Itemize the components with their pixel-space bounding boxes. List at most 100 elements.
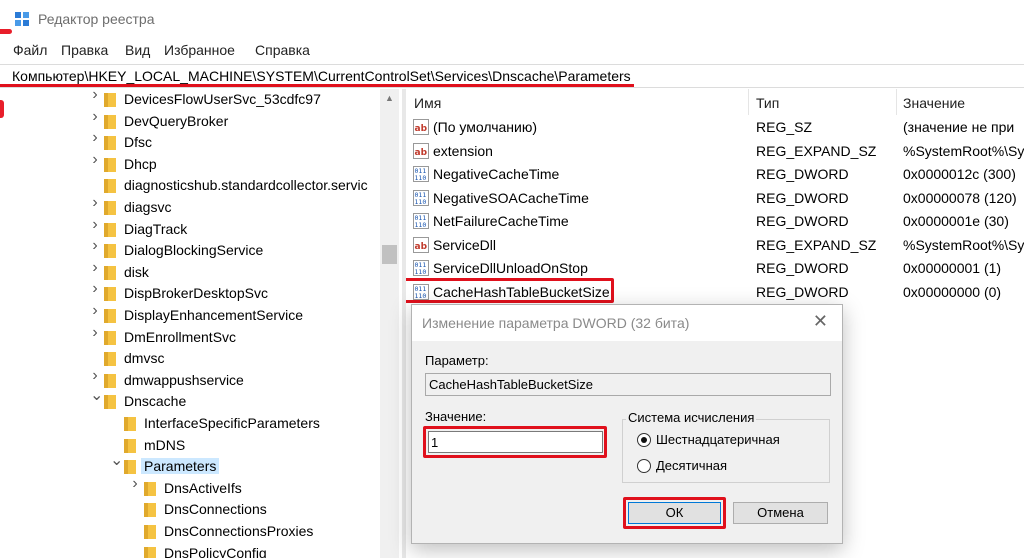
- value-row[interactable]: 011 110 ServiceDllUnloadOnStop REG_DWORD 0x0…: [406, 257, 1024, 280]
- chevron-right-icon[interactable]: ›: [90, 259, 100, 275]
- tree-item[interactable]: › DevicesFlowUserSvc_53cdfc97: [10, 89, 380, 111]
- tree-item[interactable]: › DiagTrack: [10, 216, 380, 241]
- value-row[interactable]: ab extension REG_EXPAND_SZ %SystemRoot%\Sy: [406, 140, 1024, 163]
- tree-item[interactable]: ⌄ Parameters: [10, 453, 380, 478]
- menu-view[interactable]: Вид: [125, 42, 150, 58]
- value-row[interactable]: ab (По умолчанию) REG_SZ (значение не при: [406, 116, 1024, 139]
- value-name[interactable]: ServiceDll: [433, 237, 496, 253]
- chevron-right-icon[interactable]: ›: [90, 367, 100, 383]
- chevron-down-icon[interactable]: ⌄: [90, 388, 103, 404]
- scrollbar-thumb[interactable]: [382, 245, 397, 264]
- tree-item[interactable]: › DialogBlockingService: [10, 238, 380, 262]
- tree-item-label[interactable]: dmwappushservice: [124, 372, 244, 388]
- value-data: 0x00000001 (1): [903, 260, 1002, 276]
- cancel-button[interactable]: Отмена: [733, 502, 828, 524]
- tree-item[interactable]: › Dfsc: [10, 130, 380, 154]
- value-name[interactable]: ServiceDllUnloadOnStop: [433, 260, 588, 276]
- tree-item-label[interactable]: Dnscache: [124, 393, 186, 409]
- tree-item-label[interactable]: disk: [124, 264, 149, 280]
- radio-checked-icon[interactable]: [637, 433, 651, 447]
- tree-item-label[interactable]: diagnosticshub.standardcollector.servic: [124, 177, 368, 193]
- tree-item-label[interactable]: DevQueryBroker: [124, 113, 228, 129]
- tree-item[interactable]: InterfaceSpecificParameters: [10, 413, 380, 435]
- value-row[interactable]: 011 110 NetFailureCacheTime REG_DWORD 0x0000…: [406, 210, 1024, 233]
- edit-dword-dialog: Изменение параметра DWORD (32 бита) ✕ Па…: [411, 304, 843, 544]
- tree-item-label[interactable]: mDNS: [144, 437, 185, 453]
- tree-item[interactable]: › dmwappushservice: [10, 367, 380, 392]
- chevron-right-icon[interactable]: ›: [90, 130, 100, 146]
- chevron-right-icon[interactable]: ›: [90, 108, 100, 124]
- chevron-down-icon[interactable]: ⌄: [110, 453, 123, 469]
- tree-item-label[interactable]: DisplayEnhancementService: [124, 307, 303, 323]
- tree-item-label[interactable]: DmEnrollmentSvc: [124, 329, 236, 345]
- radix-hex-option[interactable]: Шестнадцатеричная: [637, 431, 827, 449]
- tree-item[interactable]: › DisplayEnhancementService: [10, 303, 380, 327]
- address-path[interactable]: Компьютер\HKEY_LOCAL_MACHINE\SYSTEM\Curr…: [12, 68, 631, 84]
- tree-item-label[interactable]: DialogBlockingService: [124, 242, 263, 258]
- chevron-right-icon[interactable]: ›: [90, 89, 100, 103]
- tree-item[interactable]: › diagsvc: [10, 195, 380, 219]
- column-name[interactable]: Имя: [414, 95, 441, 111]
- tree-item-label[interactable]: InterfaceSpecificParameters: [144, 415, 320, 431]
- tree-item[interactable]: › DevQueryBroker: [10, 108, 380, 133]
- tree-item-label[interactable]: diagsvc: [124, 199, 171, 215]
- tree-item-label[interactable]: DevicesFlowUserSvc_53cdfc97: [124, 91, 321, 107]
- menu-help[interactable]: Справка: [255, 42, 310, 58]
- tree-item[interactable]: › Dhcp: [10, 151, 380, 176]
- column-type[interactable]: Тип: [756, 95, 779, 111]
- tree-item-label[interactable]: dmvsc: [124, 350, 164, 366]
- tree-item-label[interactable]: DiagTrack: [124, 221, 187, 237]
- tree-item[interactable]: ⌄ Dnscache: [10, 388, 380, 413]
- chevron-right-icon[interactable]: ›: [130, 475, 140, 491]
- chevron-right-icon[interactable]: ›: [90, 238, 100, 254]
- value-data: 0x00000000 (0): [903, 283, 1002, 300]
- value-name[interactable]: NetFailureCacheTime: [433, 213, 569, 229]
- tree-item[interactable]: DnsConnections: [10, 499, 380, 521]
- value-row[interactable]: 011 110 NegativeCacheTime REG_DWORD 0x000001…: [406, 163, 1024, 186]
- tree-item-label[interactable]: DnsPolicyConfig: [164, 545, 267, 558]
- radix-dec-label[interactable]: Десятичная: [656, 458, 727, 473]
- column-divider[interactable]: [748, 89, 749, 115]
- chevron-right-icon[interactable]: ›: [90, 303, 100, 319]
- tree-item-label[interactable]: Parameters: [141, 458, 220, 475]
- tree-item-label[interactable]: DnsConnections: [164, 501, 267, 517]
- tree-item[interactable]: dmvsc: [10, 348, 380, 370]
- value-name[interactable]: NegativeCacheTime: [433, 166, 559, 182]
- tree-item[interactable]: › disk: [10, 259, 380, 284]
- tree-item-label[interactable]: Dfsc: [124, 134, 152, 150]
- tree-item[interactable]: DnsPolicyConfig: [10, 543, 380, 558]
- close-icon[interactable]: ✕: [813, 311, 828, 332]
- tree-item[interactable]: › DnsActiveIfs: [10, 475, 380, 500]
- menu-edit[interactable]: Правка: [61, 42, 108, 58]
- value-row[interactable]: ab ServiceDll REG_EXPAND_SZ %SystemRoot%\Sy: [406, 234, 1024, 257]
- tree-item-label[interactable]: DnsConnectionsProxies: [164, 523, 313, 539]
- tree-scrollbar[interactable]: ▲: [380, 89, 399, 558]
- menu-file[interactable]: Файл: [13, 42, 47, 58]
- folder-icon: [104, 352, 116, 367]
- tree-item-label[interactable]: Dhcp: [124, 156, 157, 172]
- key-tree[interactable]: › DevicesFlowUserSvc_53cdfc97 › DevQueryBro…: [10, 89, 380, 558]
- radix-dec-option[interactable]: Десятичная: [637, 457, 827, 475]
- scroll-up-icon[interactable]: ▲: [385, 93, 394, 103]
- menu-favorites[interactable]: Избранное: [164, 42, 235, 58]
- tree-item[interactable]: mDNS: [10, 435, 380, 457]
- tree-item-label[interactable]: DispBrokerDesktopSvc: [124, 285, 268, 301]
- column-value[interactable]: Значение: [903, 95, 965, 111]
- tree-item[interactable]: › DispBrokerDesktopSvc: [10, 281, 380, 305]
- value-row[interactable]: 011 110 NegativeSOACacheTime REG_DWORD 0x000…: [406, 187, 1024, 210]
- value-name[interactable]: NegativeSOACacheTime: [433, 190, 589, 206]
- value-name[interactable]: (По умолчанию): [433, 119, 537, 135]
- tree-item[interactable]: › DmEnrollmentSvc: [10, 324, 380, 349]
- tree-item[interactable]: diagnosticshub.standardcollector.servic: [10, 175, 380, 197]
- tree-item[interactable]: DnsConnectionsProxies: [10, 521, 380, 543]
- chevron-right-icon[interactable]: ›: [90, 151, 100, 167]
- column-divider[interactable]: [896, 89, 897, 115]
- radio-unchecked-icon[interactable]: [637, 459, 651, 473]
- chevron-right-icon[interactable]: ›: [90, 216, 100, 232]
- chevron-right-icon[interactable]: ›: [90, 195, 100, 211]
- tree-item-label[interactable]: DnsActiveIfs: [164, 480, 242, 496]
- value-name[interactable]: extension: [433, 143, 493, 159]
- chevron-right-icon[interactable]: ›: [90, 281, 100, 297]
- radix-hex-label[interactable]: Шестнадцатеричная: [656, 432, 780, 447]
- chevron-right-icon[interactable]: ›: [90, 324, 100, 340]
